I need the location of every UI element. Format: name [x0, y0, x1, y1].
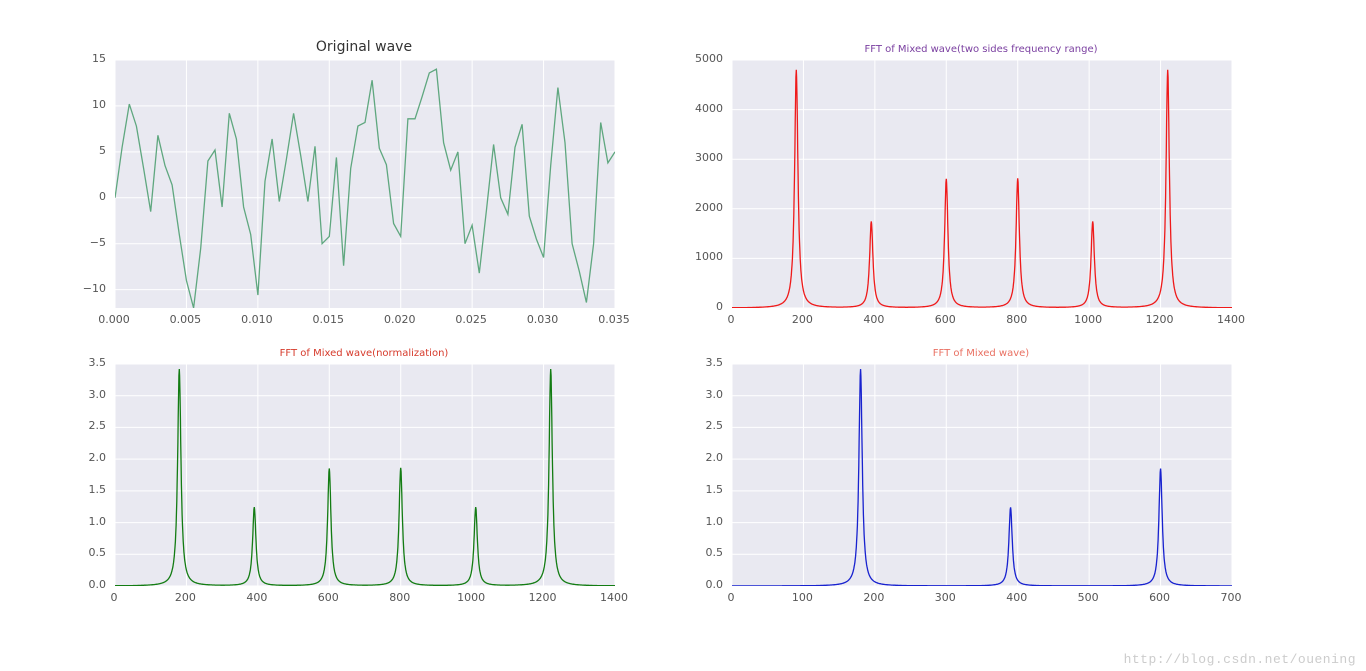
- x-tick-label: 0.015: [313, 313, 345, 326]
- x-tick-label: 500: [1078, 591, 1099, 604]
- x-tick-label: 400: [863, 313, 884, 326]
- x-tick-label: 600: [935, 313, 956, 326]
- plot-svg: [732, 364, 1232, 586]
- x-tick-label: 0.000: [98, 313, 130, 326]
- x-tick-label: 0.025: [455, 313, 487, 326]
- axes-area: [731, 59, 1233, 309]
- x-tick-label: 400: [1006, 591, 1027, 604]
- axes-area: [114, 59, 616, 309]
- x-tick-label: 0: [728, 313, 735, 326]
- data-line: [115, 69, 615, 308]
- chart-title: FFT of Mixed wave): [731, 348, 1231, 359]
- x-tick-label: 800: [1006, 313, 1027, 326]
- chart-title: Original wave: [114, 39, 614, 55]
- axes-area: [114, 363, 616, 587]
- x-tick-label: 0: [728, 591, 735, 604]
- data-line: [115, 369, 615, 586]
- x-tick-label: 200: [792, 313, 813, 326]
- watermark-text: http://blog.csdn.net/ouening: [1124, 652, 1356, 667]
- x-tick-label: 600: [318, 591, 339, 604]
- x-tick-label: 200: [175, 591, 196, 604]
- x-tick-label: 0.035: [598, 313, 630, 326]
- plot-svg: [115, 364, 615, 586]
- x-tick-label: 0.005: [170, 313, 202, 326]
- x-tick-label: 100: [792, 591, 813, 604]
- x-tick-label: 200: [863, 591, 884, 604]
- x-tick-label: 0.030: [527, 313, 559, 326]
- x-tick-label: 1000: [1074, 313, 1102, 326]
- x-tick-label: 700: [1221, 591, 1242, 604]
- x-tick-label: 1200: [1146, 313, 1174, 326]
- x-tick-label: 400: [246, 591, 267, 604]
- plot-svg: [115, 60, 615, 308]
- x-tick-label: 0.010: [241, 313, 273, 326]
- figure: Original wave 0.000 0.005 0.010 0.015 0.020 0…: [0, 0, 1366, 671]
- plot-svg: [732, 60, 1232, 308]
- x-tick-label: 1000: [457, 591, 485, 604]
- chart-title: FFT of Mixed wave(two sides frequency ra…: [731, 44, 1231, 55]
- chart-title: FFT of Mixed wave(normalization): [114, 348, 614, 359]
- data-line: [732, 70, 1232, 308]
- x-tick-label: 300: [935, 591, 956, 604]
- x-tick-label: 1400: [1217, 313, 1245, 326]
- x-tick-label: 600: [1149, 591, 1170, 604]
- x-tick-label: 1200: [529, 591, 557, 604]
- x-tick-label: 0.020: [384, 313, 416, 326]
- x-tick-label: 800: [389, 591, 410, 604]
- data-line: [732, 369, 1232, 586]
- axes-area: [731, 363, 1233, 587]
- x-tick-label: 1400: [600, 591, 628, 604]
- x-tick-label: 0: [111, 591, 118, 604]
